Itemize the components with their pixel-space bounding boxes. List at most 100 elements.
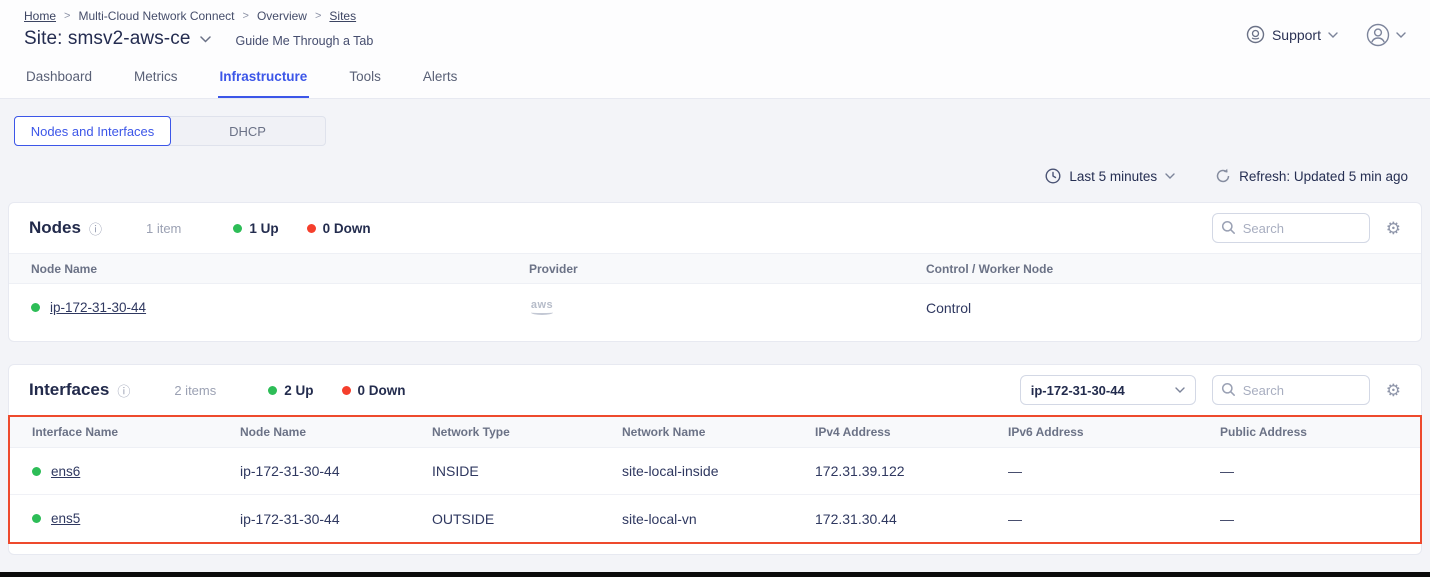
search-icon	[1221, 220, 1236, 235]
cell-ipv6: —	[1008, 463, 1220, 479]
tab-alerts[interactable]: Alerts	[421, 54, 460, 98]
node-role: Control	[926, 300, 1421, 316]
subtab-dhcp[interactable]: DHCP	[170, 117, 325, 145]
nodes-info-icon[interactable]: ⓘ	[89, 219, 102, 238]
col-interface-name: Interface Name	[32, 425, 240, 439]
user-menu[interactable]	[1366, 23, 1406, 47]
interfaces-item-count: 2 items	[174, 383, 216, 398]
cell-network-name: site-local-vn	[622, 511, 815, 527]
tab-metrics[interactable]: Metrics	[132, 54, 180, 98]
refresh-label: Refresh: Updated 5 min ago	[1239, 169, 1408, 184]
breadcrumb-sites[interactable]: Sites	[329, 9, 356, 23]
time-range-chevron-down-icon	[1165, 173, 1175, 179]
breadcrumb-separator: >	[315, 10, 321, 22]
cell-node-name: ip-172-31-30-44	[240, 463, 432, 479]
support-icon	[1246, 25, 1265, 44]
table-row: ens6 ip-172-31-30-44 INSIDE site-local-i…	[10, 448, 1420, 495]
avatar-icon	[1366, 23, 1390, 47]
interface-status-dot	[32, 467, 41, 476]
clock-icon	[1045, 168, 1061, 184]
col-network-type: Network Type	[432, 425, 622, 439]
nodes-panel: Nodes ⓘ 1 item 1 Up 0 Down ⚙ Node Name P…	[8, 202, 1422, 342]
breadcrumb-separator: >	[243, 10, 249, 22]
page-title: Site: smsv2-aws-ce	[24, 28, 191, 50]
interfaces-up-count: 2 Up	[268, 383, 313, 398]
col-node-name: Node Name	[240, 425, 432, 439]
interface-name-link[interactable]: ens6	[51, 464, 80, 479]
col-node-name: Node Name	[31, 262, 529, 276]
cell-network-name: site-local-inside	[622, 463, 815, 479]
annotation-highlight-box: Interface Name Node Name Network Type Ne…	[8, 415, 1422, 544]
nodes-title: Nodes	[29, 218, 81, 238]
time-toolbar: Last 5 minutes Refresh: Updated 5 min ag…	[0, 168, 1408, 184]
refresh-button[interactable]: Refresh: Updated 5 min ago	[1215, 168, 1408, 184]
guide-me-link[interactable]: Guide Me Through a Tab	[236, 30, 374, 48]
down-status-dot	[342, 386, 351, 395]
col-provider: Provider	[529, 262, 926, 276]
nodes-down-count: 0 Down	[307, 221, 371, 236]
refresh-icon	[1215, 168, 1231, 184]
nodes-settings-gear-icon[interactable]: ⚙	[1386, 220, 1401, 237]
title-chevron-down-icon[interactable]	[200, 36, 211, 43]
interfaces-panel: Interfaces ⓘ 2 items 2 Up 0 Down ip-172-…	[8, 364, 1422, 555]
table-row: ip-172-31-30-44 aws Control	[9, 284, 1421, 331]
interfaces-title: Interfaces	[29, 380, 109, 400]
support-menu[interactable]: Support	[1246, 25, 1338, 44]
subtab-nodes-and-interfaces[interactable]: Nodes and Interfaces	[14, 116, 171, 146]
cell-ipv6: —	[1008, 511, 1220, 527]
interface-status-dot	[32, 514, 41, 523]
nodes-table-header: Node Name Provider Control / Worker Node	[9, 253, 1421, 284]
infrastructure-subtabs: Nodes and Interfaces DHCP	[14, 116, 326, 146]
cell-public: —	[1220, 463, 1420, 479]
interfaces-settings-gear-icon[interactable]: ⚙	[1386, 382, 1401, 399]
breadcrumb-home[interactable]: Home	[24, 9, 56, 23]
node-filter-value: ip-172-31-30-44	[1031, 383, 1125, 398]
node-status-dot	[31, 303, 40, 312]
time-range-label: Last 5 minutes	[1069, 169, 1157, 184]
up-status-dot	[268, 386, 277, 395]
user-chevron-down-icon	[1396, 32, 1406, 38]
interfaces-info-icon[interactable]: ⓘ	[117, 381, 130, 400]
node-name-link[interactable]: ip-172-31-30-44	[50, 300, 146, 315]
interfaces-down-count: 0 Down	[342, 383, 406, 398]
interface-name-link[interactable]: ens5	[51, 511, 80, 526]
cell-network-type: INSIDE	[432, 463, 622, 479]
col-ipv6-address: IPv6 Address	[1008, 425, 1220, 439]
col-ipv4-address: IPv4 Address	[815, 425, 1008, 439]
aws-provider-icon: aws	[529, 300, 555, 315]
col-control-worker: Control / Worker Node	[926, 262, 1421, 276]
node-filter-select[interactable]: ip-172-31-30-44	[1020, 375, 1196, 405]
tab-infrastructure[interactable]: Infrastructure	[218, 54, 310, 98]
tab-tools[interactable]: Tools	[347, 54, 383, 98]
breadcrumb-mcn: Multi-Cloud Network Connect	[78, 9, 234, 23]
down-status-dot	[307, 224, 316, 233]
nodes-up-count: 1 Up	[233, 221, 278, 236]
cell-ipv4: 172.31.39.122	[815, 463, 1008, 479]
search-icon	[1221, 382, 1236, 397]
tab-bar: Dashboard Metrics Infrastructure Tools A…	[0, 54, 1430, 99]
support-label: Support	[1272, 27, 1321, 43]
cell-public: —	[1220, 511, 1420, 527]
top-bar-left: Home > Multi-Cloud Network Connect > Ove…	[24, 9, 373, 50]
col-network-name: Network Name	[622, 425, 815, 439]
interfaces-search	[1212, 375, 1370, 405]
window-bottom-edge	[0, 572, 1430, 577]
cell-ipv4: 172.31.30.44	[815, 511, 1008, 527]
up-status-dot	[233, 224, 242, 233]
col-public-address: Public Address	[1220, 425, 1420, 439]
breadcrumb: Home > Multi-Cloud Network Connect > Ove…	[24, 9, 373, 23]
time-range-selector[interactable]: Last 5 minutes	[1045, 168, 1175, 184]
breadcrumb-overview: Overview	[257, 9, 307, 23]
table-row: ens5 ip-172-31-30-44 OUTSIDE site-local-…	[10, 495, 1420, 542]
cell-node-name: ip-172-31-30-44	[240, 511, 432, 527]
support-chevron-down-icon	[1328, 32, 1338, 38]
tab-dashboard[interactable]: Dashboard	[24, 54, 94, 98]
nodes-search	[1212, 213, 1370, 243]
breadcrumb-separator: >	[64, 10, 70, 22]
nodes-item-count: 1 item	[146, 221, 181, 236]
cell-network-type: OUTSIDE	[432, 511, 622, 527]
top-bar: Home > Multi-Cloud Network Connect > Ove…	[0, 0, 1430, 54]
top-bar-right: Support	[1246, 9, 1406, 50]
interfaces-table-header: Interface Name Node Name Network Type Ne…	[10, 417, 1420, 448]
select-chevron-down-icon	[1175, 387, 1185, 393]
